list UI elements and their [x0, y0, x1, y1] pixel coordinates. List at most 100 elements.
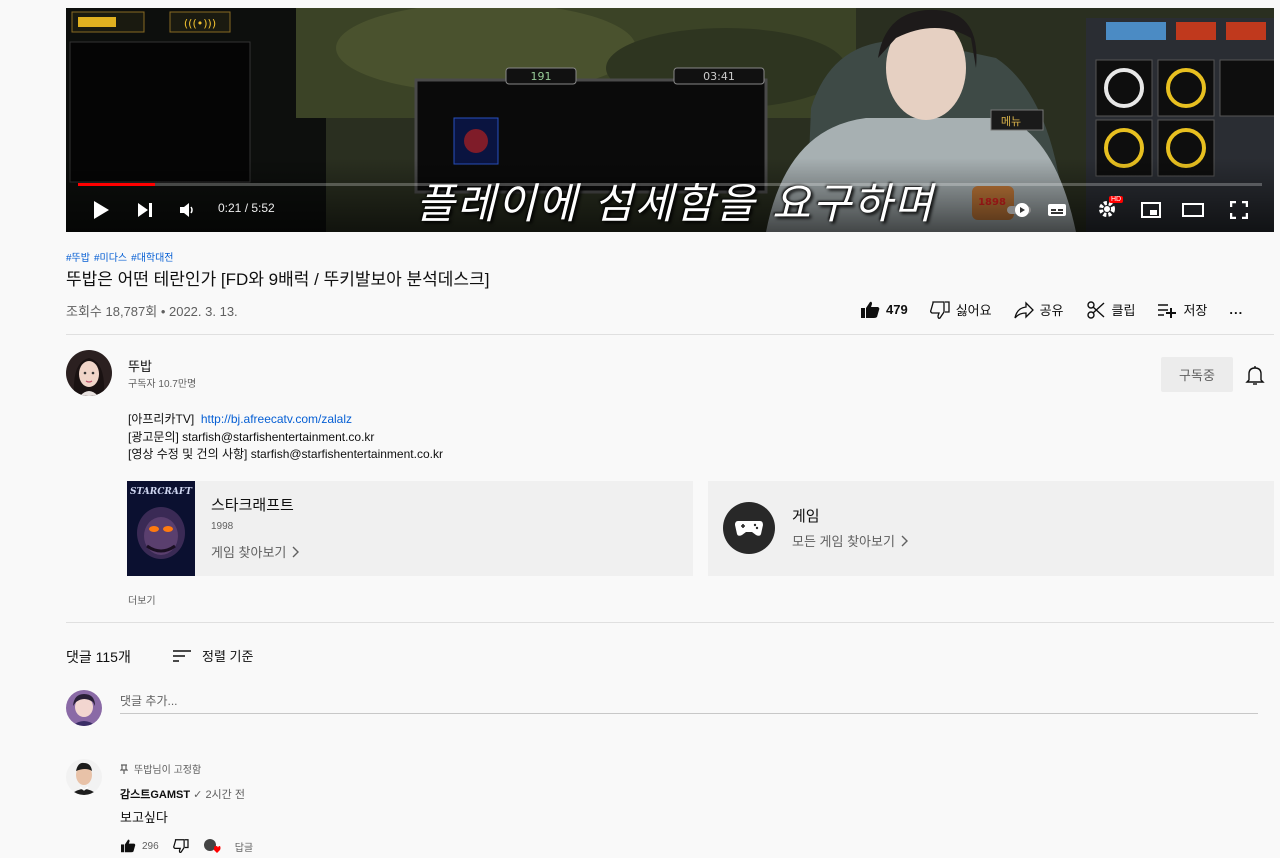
video-title: 뚜밥은 어떤 테란인가 [FD와 9배럭 / 뚜키발보아 분석데스크] [66, 270, 490, 289]
gaming-category-icon [723, 502, 775, 554]
video-description: [아프리카TV] http://bj.afreecatv.com/zalalz … [128, 411, 443, 464]
comment-timestamp[interactable]: 2시간 전 [205, 789, 245, 801]
theater-mode-button[interactable] [1180, 198, 1206, 222]
clip-label: 클립 [1111, 303, 1136, 318]
divider [66, 334, 1274, 335]
hashtag-link[interactable]: #뚜밥 [66, 253, 90, 264]
settings-button[interactable]: HD [1092, 196, 1124, 222]
channel-name[interactable]: 뚜밥 [128, 356, 152, 375]
comment-dislike-icon[interactable] [172, 839, 189, 853]
divider [66, 622, 1274, 623]
sort-icon [173, 649, 191, 662]
chevron-right-icon [901, 535, 908, 546]
verified-icon: ✓ [193, 789, 203, 801]
progress-bar[interactable] [78, 183, 1262, 186]
description-label: [아프리카TV] [128, 412, 195, 426]
game-title: 스타크래프트 [211, 497, 294, 514]
play-button[interactable] [88, 198, 114, 222]
comment-like-count: 296 [142, 840, 159, 852]
pin-icon [120, 763, 128, 774]
video-subtitle: 플레이에 섬세함을 요구하며 [416, 179, 935, 228]
svg-text:(((•))): (((•))) [184, 17, 216, 30]
fullscreen-icon [1230, 201, 1248, 219]
comment-author-avatar[interactable] [66, 759, 102, 795]
hd-badge: HD [1109, 196, 1124, 203]
hud-counter-left: 191 [531, 70, 552, 83]
fullscreen-button[interactable] [1226, 198, 1252, 222]
view-count-date: 조회수 18,787회 • 2022. 3. 13. [66, 304, 238, 319]
comment-author[interactable]: 감스트GAMST ✓ 2시간 전 [120, 786, 245, 802]
playlist-add-icon [1158, 303, 1177, 318]
hud-counter-right: 03:41 [703, 70, 735, 83]
comment-author-avatar-image [66, 759, 102, 795]
pinned-indicator: 뚜밥님이 고정함 [120, 761, 201, 776]
share-icon [1013, 300, 1034, 319]
scissors-icon [1086, 300, 1104, 319]
comment-like-icon[interactable] [120, 839, 136, 853]
comment-text: 보고싶다 [120, 810, 168, 825]
time-display: 0:21 / 5:52 [218, 201, 275, 215]
description-line: [광고문의] starfish@starfishentertainment.co… [128, 429, 375, 444]
sort-label: 정렬 기준 [202, 649, 254, 664]
thumbs-up-icon [861, 301, 880, 318]
video-player[interactable]: (((•))) 191 03:41 메뉴 플레이에 섬세함을 요구하며 0:21… [66, 8, 1274, 232]
chevron-right-icon [292, 546, 300, 557]
hashtag-list: #뚜밥 #미다스 #대학대전 [66, 249, 178, 264]
video-actions: 479 싫어요 공유 클립 저장 ... [860, 300, 1243, 319]
clip-button[interactable]: 클립 [1086, 300, 1136, 319]
sort-comments-button[interactable]: 정렬 기준 [172, 646, 253, 665]
more-actions-button[interactable]: ... [1229, 302, 1243, 317]
miniplayer-button[interactable] [1138, 198, 1164, 222]
comment-count: 댓글 115개 [66, 649, 131, 665]
notification-bell-button[interactable] [1244, 364, 1266, 391]
gamepad-icon [735, 521, 763, 536]
browse-game-label: 게임 찾아보기 [211, 545, 287, 560]
comment-actions: 296 답글 [120, 838, 253, 854]
description-line: [영상 수정 및 건의 사항] starfish@starfishenterta… [128, 447, 443, 461]
play-icon [94, 201, 109, 219]
show-more-button[interactable]: 더보기 [128, 592, 156, 607]
channel-avatar[interactable] [66, 350, 112, 396]
channel-avatar-image [66, 350, 112, 396]
game-thumbnail: STARCRAFT [127, 481, 195, 576]
category-title: 게임 [792, 508, 820, 525]
miniplayer-icon [1141, 202, 1161, 218]
progress-fill [78, 183, 155, 186]
next-button[interactable] [132, 198, 158, 222]
like-button[interactable]: 479 [860, 301, 908, 319]
add-comment-input[interactable]: 댓글 추가... [120, 692, 178, 709]
like-count: 479 [886, 302, 908, 317]
dislike-label: 싫어요 [955, 303, 992, 318]
description-link[interactable]: http://bj.afreecatv.com/zalalz [201, 412, 352, 426]
save-label: 저장 [1183, 303, 1208, 318]
dislike-button[interactable]: 싫어요 [929, 300, 992, 319]
subtitles-button[interactable] [1044, 198, 1070, 222]
browse-all-games-link[interactable]: 모든 게임 찾아보기 [792, 531, 909, 550]
volume-icon [180, 203, 193, 217]
share-button[interactable]: 공유 [1013, 300, 1064, 319]
bell-icon [1245, 366, 1265, 385]
theater-icon [1182, 203, 1204, 217]
save-button[interactable]: 저장 [1157, 300, 1207, 319]
autoplay-toggle[interactable] [1006, 198, 1032, 222]
hashtag-link[interactable]: #대학대전 [131, 253, 173, 264]
subscribe-button[interactable]: 구독중 [1161, 357, 1233, 392]
autoplay-icon [1007, 203, 1031, 217]
captions-icon [1048, 204, 1066, 216]
subscriber-count: 구독자 10.7만명 [128, 379, 197, 390]
hashtag-link[interactable]: #미다스 [94, 253, 127, 264]
creator-heart-icon [203, 839, 221, 853]
game-card[interactable]: STARCRAFT 스타크래프트 1998 게임 찾아보기 [127, 481, 693, 576]
volume-button[interactable] [174, 198, 200, 222]
user-avatar-image [66, 690, 102, 726]
share-label: 공유 [1039, 303, 1064, 318]
next-icon [138, 203, 152, 217]
hud-menu-label: 메뉴 [1001, 115, 1021, 128]
reply-button[interactable]: 답글 [235, 839, 253, 854]
user-avatar [66, 690, 102, 726]
comment-author-name: 감스트GAMST [120, 789, 191, 801]
browse-all-games-label: 모든 게임 찾아보기 [792, 534, 895, 549]
browse-game-link[interactable]: 게임 찾아보기 [211, 542, 300, 561]
game-thumbnail-text: STARCRAFT [130, 487, 192, 497]
category-card[interactable]: 게임 모든 게임 찾아보기 [708, 481, 1274, 576]
